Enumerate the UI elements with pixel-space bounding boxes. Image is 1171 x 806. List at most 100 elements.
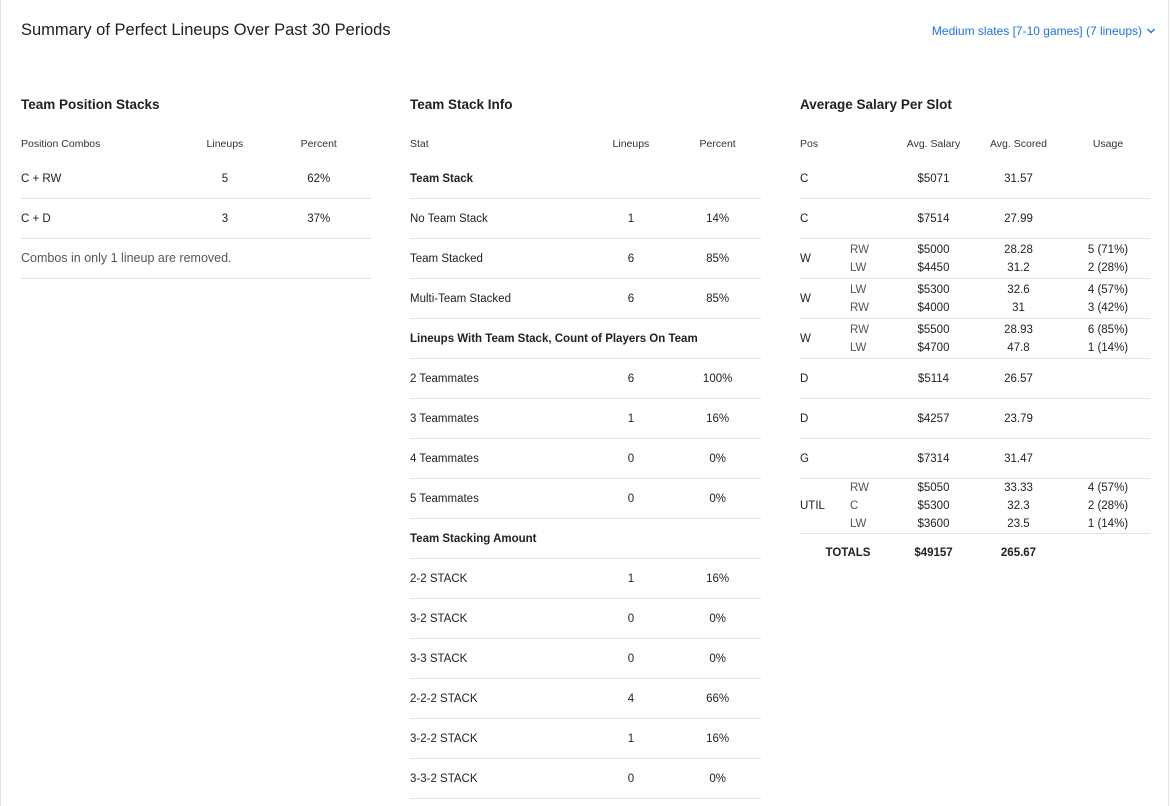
table-row: No Team Stack 1 14% — [410, 198, 761, 239]
avg-salary-cell-value: $7514 — [917, 212, 950, 225]
column-header: Usage — [1092, 138, 1124, 150]
totals-label: TOTALS — [825, 547, 871, 559]
percent-cell: 0% — [674, 478, 761, 519]
lineups-cell: 6 — [587, 278, 675, 319]
avg-salary-cell: $5050 $5300 $3600 — [896, 478, 971, 534]
sub-position-cell-value: C — [850, 500, 859, 512]
avg-salary-cell: $4257 — [896, 398, 971, 439]
lineups-cell: 1 — [587, 718, 675, 759]
group-label: Lineups With Team Stack, Count of Player… — [410, 318, 761, 359]
team-stack-info-title: Team Stack Info — [410, 97, 513, 112]
lineups-cell: 4 — [587, 678, 675, 719]
usage-cell — [1066, 438, 1150, 479]
pos-cell: W — [800, 238, 850, 279]
avg-salary-cell-value: $4000 — [917, 301, 950, 314]
usage-cell-value: 1 (14%) — [1087, 518, 1129, 530]
percent-cell: 16% — [674, 398, 761, 439]
usage-cell: 5 (71%) 2 (28%) — [1066, 238, 1150, 279]
sub-position-cell-value: RW — [850, 243, 869, 256]
position-combo-cell: C + D — [21, 198, 184, 239]
position-combo-cell: C + RW — [21, 159, 184, 199]
stat-cell: 3 Teammates — [410, 398, 588, 439]
pos-cell: W — [800, 278, 850, 319]
avg-scored-cell-value: 31 — [1012, 301, 1025, 314]
column-header: Percent — [300, 138, 337, 150]
table-row: 4 Teammates 0 0% — [410, 438, 761, 479]
pos-cell: UTIL — [800, 478, 850, 534]
table-row: 2-2-2 STACK 4 66% — [410, 678, 761, 719]
stat-cell: 3-2 STACK — [410, 598, 588, 639]
table-row: 3 Teammates 1 16% — [410, 398, 761, 439]
sub-position-cell-value: RW — [850, 301, 869, 314]
sub-position-cell: LW RW — [850, 278, 896, 319]
stat-cell: Team Stacked — [410, 238, 588, 279]
column-header: Lineups — [612, 138, 650, 150]
stat-cell: Multi-Team Stacked — [410, 278, 588, 319]
sub-position-cell-value: LW — [850, 518, 867, 530]
team-position-stacks-title: Team Position Stacks — [21, 97, 160, 112]
stat-cell: 4 Teammates — [410, 438, 588, 479]
table-row: W RW LW $5500 $4700 28.93 47.8 6 (85%) 1 (14%) — [800, 318, 1150, 359]
lineups-cell: 1 — [587, 398, 675, 439]
combos-note: Combos in only 1 lineup are removed. — [21, 239, 371, 279]
table-row: 2-2 STACK 1 16% — [410, 558, 761, 599]
table-row: 2 Teammates 6 100% — [410, 358, 761, 399]
sub-position-cell-value: LW — [850, 283, 867, 296]
pos-cell: C — [800, 159, 850, 199]
percent-cell: 0% — [674, 438, 761, 479]
table-row: W RW LW $5000 $4450 28.28 31.2 5 (71%) 2 (28%) — [800, 238, 1150, 279]
avg-salary-cell: $7514 — [896, 198, 971, 239]
table-row: 3-3 STACK 0 0% — [410, 638, 761, 679]
percent-cell: 16% — [674, 558, 761, 599]
group-header-row: Lineups With Team Stack, Count of Player… — [410, 318, 761, 359]
sub-position-cell: RW LW — [850, 238, 896, 279]
usage-cell-value: 2 (28%) — [1087, 261, 1129, 274]
avg-scored-cell: 28.93 47.8 — [971, 318, 1066, 359]
table-row: 3-2-2 STACK 1 16% — [410, 718, 761, 759]
table-row: C $7514 27.99 — [800, 198, 1150, 239]
avg-scored-cell: 26.57 — [971, 358, 1066, 399]
sub-position-cell — [850, 358, 896, 399]
avg-scored-cell-value: 33.33 — [1004, 482, 1033, 494]
usage-cell — [1066, 358, 1150, 399]
table-row: Multi-Team Stacked 6 85% — [410, 278, 761, 319]
sub-position-cell — [850, 438, 896, 479]
stat-cell: 3-2-2 STACK — [410, 718, 588, 759]
column-header: Avg. Salary — [906, 138, 961, 150]
percent-cell: 66% — [674, 678, 761, 719]
column-header — [850, 129, 896, 159]
column-header: Lineups — [206, 138, 244, 150]
avg-salary-table: Pos Avg. Salary Avg. Scored Usage C $5071… — [800, 129, 1150, 572]
avg-salary-cell-value: $7314 — [917, 452, 950, 465]
team-position-stacks-section: Team Position Stacks Position Combos Lin… — [21, 97, 371, 279]
table-row: Team Stacked 6 85% — [410, 238, 761, 279]
team-stack-info-table: Stat Lineups Percent Team Stack No Team S… — [410, 129, 761, 799]
percent-cell: 0% — [674, 598, 761, 639]
avg-salary-cell-value: $3600 — [917, 518, 950, 530]
table-row: D $5114 26.57 — [800, 358, 1150, 399]
percent-cell: 0% — [674, 758, 761, 799]
table-row: W LW RW $5300 $4000 32.6 31 4 (57%) 3 (42%) — [800, 278, 1150, 319]
avg-salary-cell-value: $5050 — [917, 482, 950, 494]
lineups-cell: 0 — [587, 758, 675, 799]
slate-filter-label: Medium slates [7-10 games] (7 lineups) — [931, 24, 1142, 38]
avg-salary-cell-value: $5300 — [917, 500, 950, 512]
stat-cell: 2 Teammates — [410, 358, 588, 399]
avg-scored-cell-value: 27.99 — [1004, 212, 1033, 225]
avg-scored-cell-value: 23.5 — [1007, 518, 1030, 530]
pos-cell: D — [800, 398, 850, 439]
avg-scored-cell-value: 31.57 — [1004, 172, 1033, 185]
sub-position-cell-value: RW — [850, 482, 869, 494]
totals-row: TOTALS $49157 265.67 — [800, 534, 1150, 573]
slate-filter-dropdown[interactable]: Medium slates [7-10 games] (7 lineups) — [932, 24, 1156, 38]
sub-position-cell — [850, 159, 896, 199]
avg-scored-cell: 31.47 — [971, 438, 1066, 479]
avg-salary-cell-value: $4450 — [917, 261, 950, 274]
totals-salary: $49157 — [914, 547, 953, 559]
stat-cell: 5 Teammates — [410, 478, 588, 519]
usage-cell-value: 6 (85%) — [1087, 323, 1129, 336]
totals-usage — [1066, 534, 1150, 573]
usage-cell-value: 1 (14%) — [1087, 341, 1129, 354]
percent-cell: 37% — [266, 198, 371, 239]
group-label: Team Stacking Amount — [410, 518, 761, 559]
